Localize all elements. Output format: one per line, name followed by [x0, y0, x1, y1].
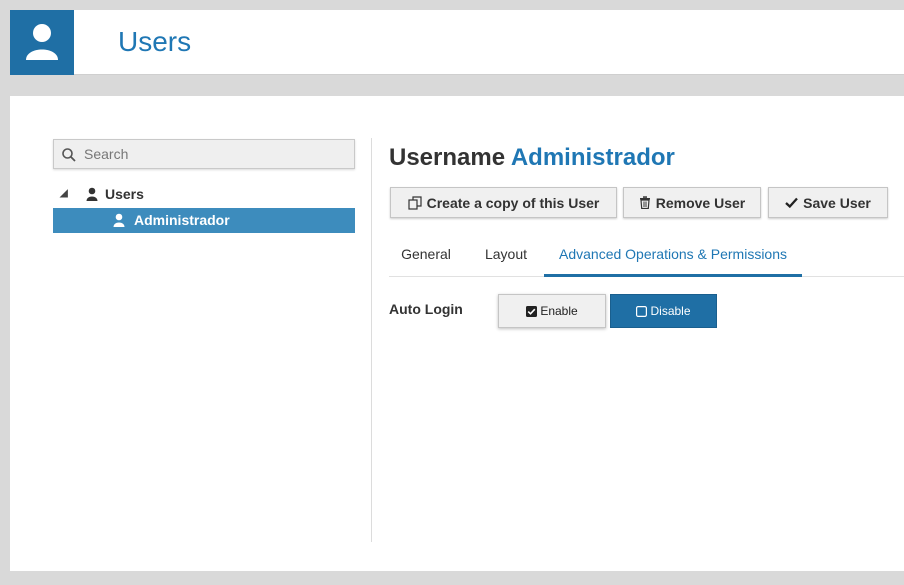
- copy-icon: [408, 195, 422, 210]
- tab-bar: General Layout Advanced Operations & Per…: [389, 236, 904, 277]
- save-user-label: Save User: [803, 194, 871, 211]
- trash-icon: [639, 196, 650, 209]
- unchecked-checkbox-icon: [636, 305, 648, 317]
- app-user-icon-tile: [10, 10, 74, 75]
- page-title: Users: [118, 26, 192, 57]
- search-icon: [62, 148, 76, 162]
- auto-login-enable-button[interactable]: Enable: [498, 294, 606, 328]
- disable-label: Disable: [650, 304, 691, 318]
- tree-node-label: Administrador: [134, 212, 230, 228]
- checked-checkbox-icon: [526, 305, 538, 317]
- main-panel: ◢ Users Administrador Username Administr…: [10, 96, 904, 571]
- header-bar: Users: [10, 10, 904, 75]
- user-icon: [26, 24, 58, 60]
- copy-user-label: Create a copy of this User: [426, 194, 600, 211]
- user-heading: Username Administrador: [389, 144, 675, 172]
- panel-divider: [371, 138, 372, 542]
- tab-layout[interactable]: Layout: [477, 236, 535, 277]
- collapse-caret-icon[interactable]: ◢: [60, 188, 68, 199]
- enable-label: Enable: [540, 304, 578, 318]
- tree-node-users[interactable]: ◢ Users: [60, 186, 355, 206]
- user-icon: [86, 187, 98, 201]
- heading-username: Administrador: [510, 144, 675, 171]
- remove-user-label: Remove User: [655, 194, 746, 211]
- copy-user-button[interactable]: Create a copy of this User: [390, 187, 617, 218]
- tree-node-label: Users: [105, 186, 144, 202]
- auto-login-label: Auto Login: [389, 301, 463, 317]
- tab-general[interactable]: General: [391, 236, 461, 277]
- user-icon: [113, 213, 125, 227]
- tree-node-administrador[interactable]: Administrador: [53, 208, 355, 233]
- heading-prefix: Username: [389, 144, 506, 171]
- auto-login-disable-button[interactable]: Disable: [610, 294, 717, 328]
- search-box[interactable]: [53, 139, 355, 169]
- checkmark-icon: [785, 197, 798, 208]
- remove-user-button[interactable]: Remove User: [623, 187, 761, 218]
- search-input[interactable]: [84, 144, 344, 164]
- save-user-button[interactable]: Save User: [768, 187, 888, 218]
- tab-advanced-operations-permissions[interactable]: Advanced Operations & Permissions: [544, 236, 802, 277]
